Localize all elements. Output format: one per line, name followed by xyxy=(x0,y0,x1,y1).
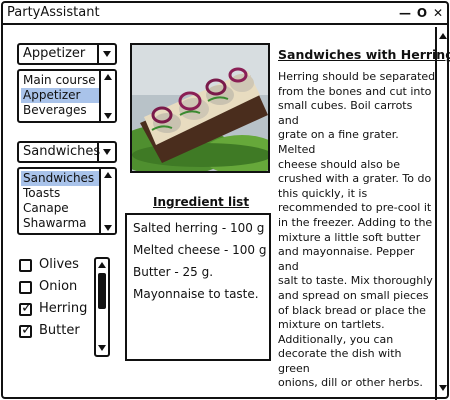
list-item-shawarma[interactable]: Shawarma xyxy=(21,216,99,231)
checkbox[interactable] xyxy=(19,281,32,294)
recipe-text: Herring should be separated from the bon… xyxy=(278,70,436,391)
ingredient-line: Butter - 25 g. xyxy=(133,265,214,279)
ingredient-line: Mayonnaise to taste. xyxy=(133,287,259,301)
ingredient-list: Salted herring - 100 g Melted cheese - 1… xyxy=(125,213,271,361)
checkbox[interactable]: ✓ xyxy=(19,300,33,316)
recipe-line: cheese should also be xyxy=(278,157,400,171)
ingredient-line: Salted herring - 100 g xyxy=(133,221,265,235)
list-item-canape[interactable]: Canape xyxy=(21,201,99,216)
ingredient-line: Melted cheese - 100 g xyxy=(133,243,267,257)
checkbox[interactable]: ✓ xyxy=(19,322,33,338)
recipe-line: mixture a little soft butter xyxy=(278,230,421,244)
list-item-toasts[interactable]: Toasts xyxy=(21,186,99,201)
chevron-down-icon xyxy=(103,149,111,155)
dish-dropdown[interactable]: Sandwiches xyxy=(17,141,117,163)
arrow-down-icon[interactable] xyxy=(439,385,447,391)
filter-label: Butter xyxy=(39,323,80,338)
course-dropdown-button[interactable] xyxy=(97,45,115,63)
arrow-down-icon[interactable] xyxy=(104,225,112,231)
recipe-line: salt to taste. Mix thoroughly xyxy=(278,274,433,288)
recipe-line: in the freezer. Adding to the xyxy=(278,215,433,229)
recipe-line: of black bread or place the xyxy=(278,303,426,317)
recipe-title: Sandwiches with Herring xyxy=(278,47,450,62)
recipe-line: this quickly, it is xyxy=(278,186,368,200)
recipe-line: recommended to pre-cool it xyxy=(278,201,432,215)
recipe-line: small cubes. Boil carrots and xyxy=(278,99,413,127)
arrow-up-icon[interactable] xyxy=(104,172,112,178)
arrow-up-icon[interactable] xyxy=(98,262,106,268)
course-dropdown[interactable]: Appetizer xyxy=(17,43,117,65)
checkbox[interactable] xyxy=(19,259,32,272)
app-window: PartyAssistant — O ✕ Appetizer Main cour… xyxy=(1,1,450,400)
list-item-main-course[interactable]: Main course xyxy=(21,73,99,88)
recipe-line: grate on a fine grater. Melted xyxy=(278,128,399,156)
course-dropdown-value: Appetizer xyxy=(23,46,86,61)
dish-photo xyxy=(130,43,270,173)
ingredient-list-title: Ingredient list xyxy=(153,195,250,209)
recipe-line: from the bones and cut into xyxy=(278,84,432,98)
recipe-line: mixture on tartlets. xyxy=(278,318,385,332)
main-scrollbar[interactable] xyxy=(435,27,450,400)
filter-label: Herring xyxy=(39,301,88,316)
minimize-button[interactable]: — xyxy=(398,5,412,21)
arrow-up-icon[interactable] xyxy=(439,33,447,39)
arrow-down-icon[interactable] xyxy=(98,345,106,351)
list-item-sandwiches[interactable]: Sandwiches xyxy=(21,171,99,186)
recipe-line: crushed with a grater. To do xyxy=(278,172,432,186)
course-list[interactable]: Main course Appetizer Beverages xyxy=(17,69,117,123)
checkmark-icon: ✓ xyxy=(21,300,33,316)
window-title: PartyAssistant xyxy=(7,5,100,20)
maximize-button[interactable]: O xyxy=(415,5,429,21)
recipe-line: Additionally, you can xyxy=(278,332,394,346)
title-bar: PartyAssistant — O ✕ xyxy=(3,3,447,25)
dish-list[interactable]: Sandwiches Toasts Canape Shawarma xyxy=(17,167,117,235)
filter-label: Olives xyxy=(39,257,79,272)
recipe-line: Herring should be separated xyxy=(278,70,436,83)
arrow-up-icon[interactable] xyxy=(104,74,112,80)
arrow-down-icon[interactable] xyxy=(104,113,112,119)
list-item-beverages[interactable]: Beverages xyxy=(21,103,99,118)
scrollbar-thumb[interactable] xyxy=(98,273,106,309)
recipe-line: and spread on small pieces xyxy=(278,288,429,302)
course-list-scrollbar[interactable] xyxy=(99,71,115,121)
recipe-line: decorate the dish with green xyxy=(278,347,402,375)
checkmark-icon: ✓ xyxy=(21,322,33,338)
chevron-down-icon xyxy=(103,51,111,57)
dish-dropdown-value: Sandwiches xyxy=(23,144,101,159)
recipe-line: and mayonnaise. Pepper and xyxy=(278,245,415,273)
sandwich-image xyxy=(132,45,268,171)
list-item-appetizer[interactable]: Appetizer xyxy=(21,88,99,103)
close-button[interactable]: ✕ xyxy=(431,5,445,21)
dish-list-scrollbar[interactable] xyxy=(99,169,115,233)
filter-label: Onion xyxy=(39,279,78,294)
recipe-line: onions, dill or other herbs. xyxy=(278,376,423,390)
dish-dropdown-button[interactable] xyxy=(97,143,115,161)
filter-scrollbar[interactable] xyxy=(94,257,110,357)
